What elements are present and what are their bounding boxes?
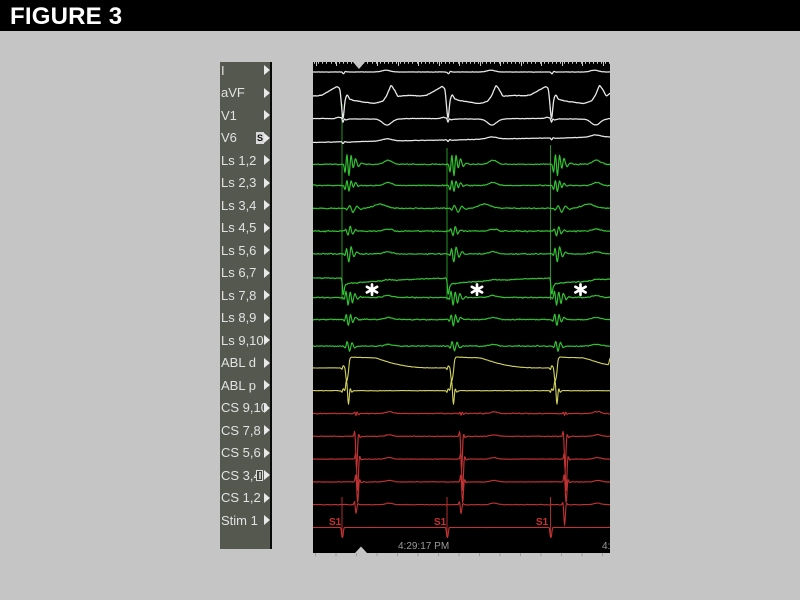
svg-text:4:2: 4:2 (602, 541, 610, 552)
svg-text:S1: S1 (536, 517, 549, 528)
svg-text:4:29:17 PM: 4:29:17 PM (398, 541, 449, 552)
svg-text:S1: S1 (329, 517, 342, 528)
svg-text:S1: S1 (434, 517, 447, 528)
